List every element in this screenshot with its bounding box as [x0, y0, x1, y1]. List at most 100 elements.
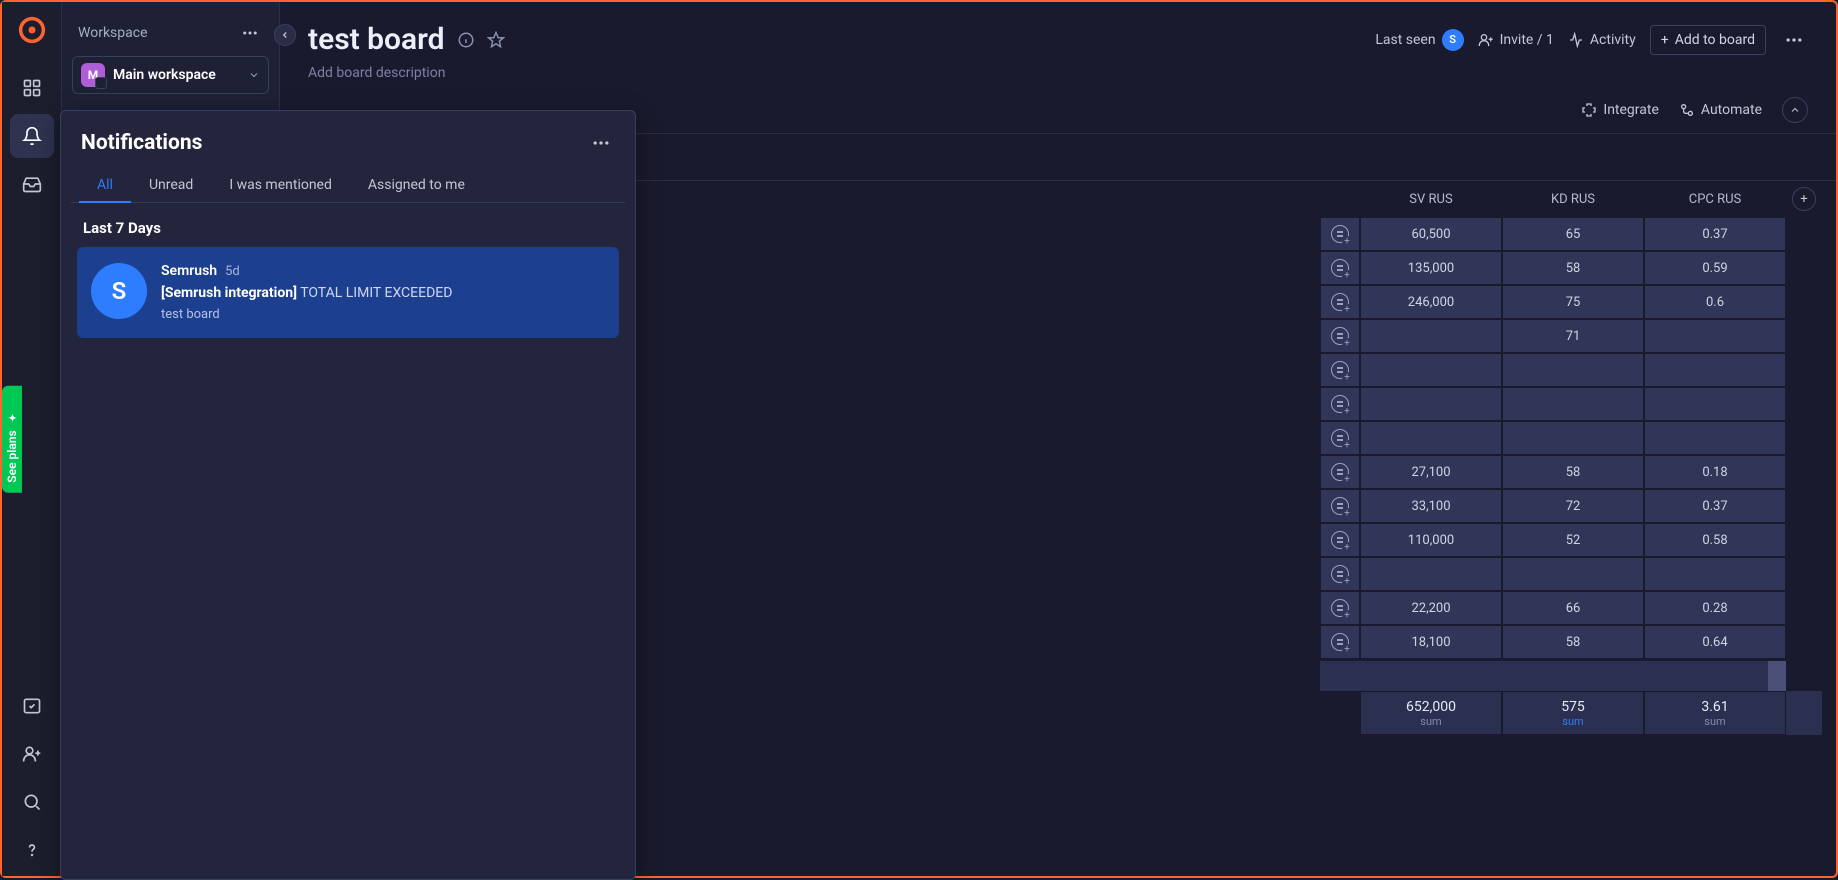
search-icon[interactable]	[10, 780, 54, 824]
tab-assigned[interactable]: Assigned to me	[350, 169, 483, 202]
workspaces-icon[interactable]	[10, 66, 54, 110]
notifications-more-icon[interactable]	[587, 129, 615, 157]
row-comment-icon[interactable]: +	[1320, 251, 1360, 285]
cell-cpc[interactable]: 0.6	[1644, 285, 1786, 319]
table-row[interactable]: + 33,100 72 0.37	[1320, 489, 1822, 523]
table-row[interactable]: + 27,100 58 0.18	[1320, 455, 1822, 489]
inbox-icon[interactable]	[10, 162, 54, 206]
cell-kd[interactable]: 66	[1502, 591, 1644, 625]
table-row[interactable]: +	[1320, 387, 1822, 421]
table-row[interactable]: +	[1320, 557, 1822, 591]
table-row[interactable]: + 22,200 66 0.28	[1320, 591, 1822, 625]
cell-kd[interactable]	[1502, 353, 1644, 387]
table-row[interactable]: +	[1320, 421, 1822, 455]
row-comment-icon[interactable]: +	[1320, 455, 1360, 489]
cell-cpc[interactable]: 0.58	[1644, 523, 1786, 557]
add-column-icon[interactable]: +	[1792, 187, 1816, 211]
cell-sv[interactable]: 60,500	[1360, 217, 1502, 251]
cell-cpc[interactable]: 0.28	[1644, 591, 1786, 625]
notification-item[interactable]: S Semrush 5d [Semrush integration] TOTAL…	[77, 247, 619, 338]
cell-kd[interactable]: 52	[1502, 523, 1644, 557]
invite-members-icon[interactable]	[10, 732, 54, 776]
cell-kd[interactable]: 58	[1502, 251, 1644, 285]
sum-sv[interactable]: 652,000 sum	[1360, 691, 1502, 735]
cell-cpc[interactable]	[1644, 387, 1786, 421]
cell-sv[interactable]	[1360, 319, 1502, 353]
cell-cpc[interactable]	[1644, 319, 1786, 353]
table-row[interactable]: + 60,500 65 0.37	[1320, 217, 1822, 251]
notifications-icon[interactable]	[10, 114, 54, 158]
cell-cpc[interactable]: 0.37	[1644, 217, 1786, 251]
cell-kd[interactable]	[1502, 387, 1644, 421]
table-row[interactable]: + 135,000 58 0.59	[1320, 251, 1822, 285]
table-row[interactable]: + 71	[1320, 319, 1822, 353]
cell-kd[interactable]: 75	[1502, 285, 1644, 319]
activity-button[interactable]: Activity	[1568, 32, 1636, 48]
tab-mentioned[interactable]: I was mentioned	[211, 169, 350, 202]
cell-sv[interactable]: 27,100	[1360, 455, 1502, 489]
sum-kd[interactable]: 575 sum	[1502, 691, 1644, 735]
app-logo[interactable]	[14, 12, 50, 48]
table-row[interactable]: + 110,000 52 0.58	[1320, 523, 1822, 557]
cell-sv[interactable]: 33,100	[1360, 489, 1502, 523]
workspace-more-icon[interactable]	[237, 20, 263, 46]
row-comment-icon[interactable]: +	[1320, 285, 1360, 319]
collapse-sidebar-icon[interactable]	[274, 24, 296, 46]
cell-kd[interactable]	[1502, 421, 1644, 455]
row-comment-icon[interactable]: +	[1320, 591, 1360, 625]
tab-all[interactable]: All	[79, 169, 131, 203]
automate-button[interactable]: Automate	[1679, 102, 1762, 118]
board-more-icon[interactable]	[1780, 26, 1808, 54]
row-comment-icon[interactable]: +	[1320, 625, 1360, 659]
row-comment-icon[interactable]: +	[1320, 319, 1360, 353]
cell-sv[interactable]: 246,000	[1360, 285, 1502, 319]
cell-sv[interactable]	[1360, 387, 1502, 421]
scrollbar-thumb[interactable]	[1768, 661, 1786, 691]
row-comment-icon[interactable]: +	[1320, 557, 1360, 591]
cell-kd[interactable]	[1502, 557, 1644, 591]
my-work-icon[interactable]	[10, 684, 54, 728]
col-kd-header[interactable]: KD RUS	[1502, 181, 1644, 217]
horizontal-scrollbar[interactable]	[1320, 661, 1786, 691]
cell-kd[interactable]: 71	[1502, 319, 1644, 353]
info-icon[interactable]	[457, 31, 475, 49]
cell-kd[interactable]: 58	[1502, 625, 1644, 659]
cell-sv[interactable]	[1360, 421, 1502, 455]
row-comment-icon[interactable]: +	[1320, 421, 1360, 455]
table-row[interactable]: +	[1320, 353, 1822, 387]
tab-unread[interactable]: Unread	[131, 169, 211, 202]
cell-cpc[interactable]	[1644, 353, 1786, 387]
see-plans-button[interactable]: See plans ✦	[2, 385, 22, 492]
invite-button[interactable]: Invite / 1	[1478, 32, 1554, 48]
table-row[interactable]: + 246,000 75 0.6	[1320, 285, 1822, 319]
cell-kd[interactable]: 65	[1502, 217, 1644, 251]
board-title[interactable]: test board	[308, 22, 445, 57]
col-cpc-header[interactable]: CPC RUS	[1644, 181, 1786, 217]
add-to-board-button[interactable]: + Add to board	[1650, 25, 1766, 55]
row-comment-icon[interactable]: +	[1320, 523, 1360, 557]
cell-cpc[interactable]	[1644, 557, 1786, 591]
cell-cpc[interactable]: 0.37	[1644, 489, 1786, 523]
cell-sv[interactable]: 18,100	[1360, 625, 1502, 659]
row-comment-icon[interactable]: +	[1320, 489, 1360, 523]
last-seen[interactable]: Last seen S	[1375, 29, 1463, 51]
integrate-button[interactable]: Integrate	[1581, 102, 1659, 118]
star-icon[interactable]	[487, 31, 505, 49]
board-description-input[interactable]: Add board description	[280, 63, 1836, 85]
cell-sv[interactable]: 135,000	[1360, 251, 1502, 285]
table-row[interactable]: + 18,100 58 0.64	[1320, 625, 1822, 659]
cell-cpc[interactable]: 0.64	[1644, 625, 1786, 659]
cell-cpc[interactable]	[1644, 421, 1786, 455]
col-sv-header[interactable]: SV RUS	[1360, 181, 1502, 217]
cell-sv[interactable]: 110,000	[1360, 523, 1502, 557]
sum-cpc[interactable]: 3.61 sum	[1644, 691, 1786, 735]
cell-kd[interactable]: 72	[1502, 489, 1644, 523]
workspace-selector[interactable]: M Main workspace	[72, 56, 269, 94]
cell-kd[interactable]: 58	[1502, 455, 1644, 489]
cell-sv[interactable]: 22,200	[1360, 591, 1502, 625]
row-comment-icon[interactable]: +	[1320, 387, 1360, 421]
help-icon[interactable]	[10, 828, 54, 872]
cell-cpc[interactable]: 0.59	[1644, 251, 1786, 285]
cell-sv[interactable]	[1360, 557, 1502, 591]
cell-cpc[interactable]: 0.18	[1644, 455, 1786, 489]
